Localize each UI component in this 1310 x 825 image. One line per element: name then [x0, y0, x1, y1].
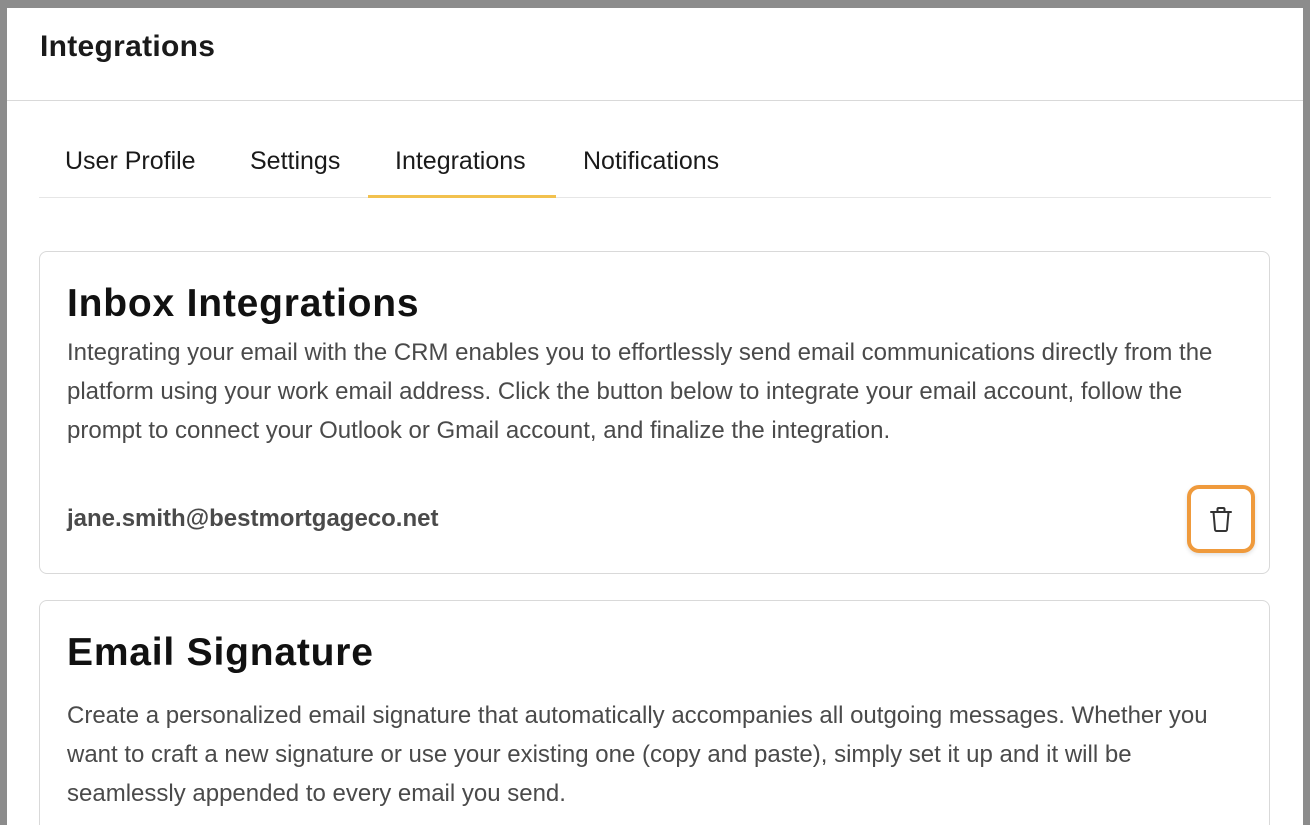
tab-label: Notifications [583, 147, 720, 175]
connected-email: jane.smith@bestmortgageco.net [67, 505, 439, 532]
tab-notifications[interactable]: Notifications [556, 128, 756, 197]
inbox-integrations-card: Inbox Integrations Integrating your emai… [39, 251, 1270, 574]
tab-label: Settings [250, 147, 341, 175]
settings-window: Integrations User Profile Settings Integ… [7, 8, 1303, 825]
trash-icon [1210, 506, 1232, 532]
card-title: Inbox Integrations [67, 282, 420, 325]
card-description: Create a personalized email signature th… [67, 702, 1208, 807]
page-title: Integrations [40, 30, 216, 63]
tab-integrations[interactable]: Integrations [368, 128, 556, 198]
tab-label: Integrations [395, 147, 526, 175]
tab-user-profile[interactable]: User Profile [39, 128, 223, 197]
card-title: Email Signature [67, 631, 374, 674]
tab-settings[interactable]: Settings [223, 128, 368, 197]
tab-bar: User Profile Settings Integrations Notif… [39, 128, 1271, 198]
page-header: Integrations [7, 8, 1303, 101]
email-signature-card: Email Signature Create a personalized em… [39, 600, 1270, 825]
card-description: Integrating your email with the CRM enab… [67, 339, 1213, 444]
delete-integration-button[interactable] [1187, 485, 1255, 553]
tab-label: User Profile [65, 147, 196, 175]
